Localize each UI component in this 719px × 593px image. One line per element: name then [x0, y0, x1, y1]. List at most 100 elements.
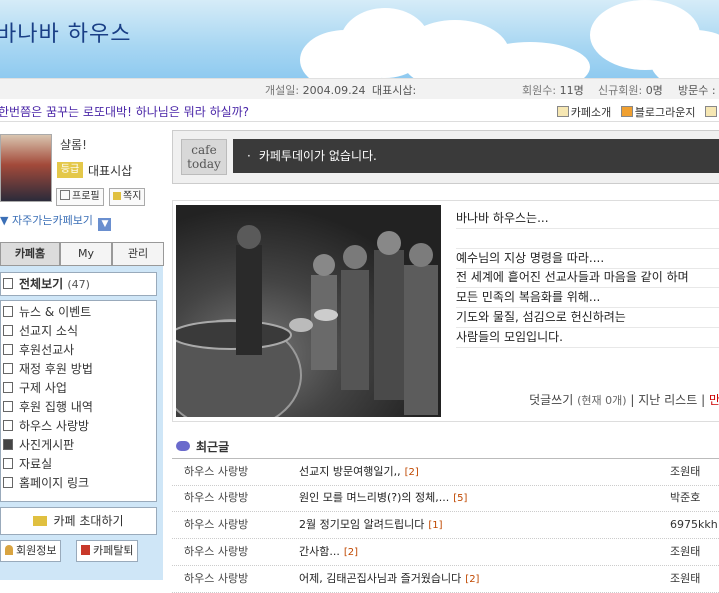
post-board[interactable]: 하우스 사랑방 — [184, 485, 248, 511]
window-icon — [705, 106, 717, 117]
blog-lounge-link[interactable]: 블로그라운지 — [620, 106, 696, 119]
intro-photo — [176, 205, 441, 417]
recent-posts-heading: 최근글 — [176, 438, 229, 455]
post-title-text: 원인 모를 며느리병(?)의 정체,... — [299, 491, 450, 504]
cafe-intro-label: 카페소개 — [570, 106, 612, 119]
exit-icon — [81, 545, 90, 555]
board-icon — [3, 363, 13, 374]
menu-item-label: 후원 집행 내역 — [19, 400, 93, 414]
post-board[interactable]: 하우스 사랑방 — [184, 512, 248, 538]
favorite-cafes-label: 자주가는카페보기 — [11, 214, 93, 227]
menu-item-news[interactable]: 뉴스 & 이벤트 — [1, 303, 91, 322]
blog-lounge-label: 블로그라운지 — [634, 106, 696, 119]
sidebar-tabs: 카페홈 My 관리 — [0, 242, 164, 266]
member-info-button[interactable]: 회원정보 — [0, 540, 62, 562]
leave-cafe-button[interactable]: 카페탈퇴 — [76, 540, 139, 562]
invite-button[interactable]: 카페 초대하기 — [0, 507, 157, 535]
comment-link[interactable]: 덧글쓰기 — [529, 393, 573, 407]
post-board[interactable]: 하우스 사랑방 — [184, 566, 248, 592]
cafe-intro-link[interactable]: 카페소개 — [556, 106, 612, 119]
cafe-today-logo: cafe today — [181, 139, 227, 175]
table-row[interactable]: 하우스 사랑방 2월 정기모임 알려드립니다 [1] 6975kkh — [172, 512, 719, 539]
board-icon — [3, 477, 13, 488]
divider: | — [630, 393, 635, 407]
post-author[interactable]: 조원태 — [670, 566, 700, 592]
tab-cafe-home[interactable]: 카페홈 — [0, 242, 60, 266]
menu-item-spending[interactable]: 후원 집행 내역 — [1, 398, 93, 417]
triangle-icon: ▼ — [0, 214, 9, 227]
all-posts-link[interactable]: 전체보기 (47) — [0, 272, 157, 296]
tab-admin[interactable]: 관리 — [112, 242, 164, 266]
post-comment-count: [1] — [428, 520, 443, 531]
post-comment-count: [2] — [404, 467, 419, 478]
intro-line — [456, 229, 719, 249]
new-members-count: 0명 — [645, 84, 663, 97]
menu-item-relief[interactable]: 구제 사업 — [1, 379, 67, 398]
message-button-label: 쪽지 — [123, 191, 142, 202]
table-row[interactable]: 하우스 사랑방 간사함... [2] 조원태 — [172, 539, 719, 566]
menu-item-supported-missionaries[interactable]: 후원선교사 — [1, 341, 74, 360]
profile-button-label: 프로필 — [72, 191, 100, 202]
menu-item-links[interactable]: 홈페이지 링크 — [1, 474, 89, 493]
post-title[interactable]: 원인 모를 며느리병(?)의 정체,... [5] — [299, 485, 467, 512]
post-author[interactable]: 박준호 — [670, 485, 700, 511]
post-title-text: 2월 정기모임 알려드립니다 — [299, 518, 425, 531]
board-icon — [3, 344, 13, 355]
slogan-link[interactable]: 한번쯤은 꿈꾸는 로또대박! 하나님은 뭐라 하실까? — [0, 103, 249, 120]
past-list-link[interactable]: 지난 리스트 — [638, 393, 697, 407]
menu-item-donation-method[interactable]: 재정 후원 방법 — [1, 360, 93, 379]
post-author[interactable]: 조원태 — [670, 539, 700, 565]
table-row[interactable]: 하우스 사랑방 선교지 방문여행일기,, [2] 조원태 — [172, 458, 719, 486]
post-title[interactable]: 2월 정기모임 알려드립니다 [1] — [299, 512, 442, 539]
cafe-title[interactable]: 바나바 하우스 — [0, 16, 131, 48]
menu-item-label: 뉴스 & 이벤트 — [19, 305, 92, 319]
post-author[interactable]: 조원태 — [670, 459, 700, 485]
bullet-icon: · — [247, 149, 251, 163]
intro-line: 전 세계에 흩어진 선교사들과 마음을 같이 하며 — [456, 268, 719, 288]
board-icon — [3, 458, 13, 469]
profile-button[interactable]: 프로필 — [56, 188, 104, 206]
post-comment-count: [5] — [453, 493, 468, 504]
post-author[interactable]: 6975kkh — [670, 512, 718, 538]
founded-date: 2004.09.24 — [302, 84, 366, 97]
menu-item-label: 선교지 소식 — [19, 324, 79, 338]
post-title[interactable]: 간사함... [2] — [299, 539, 358, 566]
slogan-bar: 한번쯤은 꿈꾸는 로또대박! 하나님은 뭐라 하실까? 카페소개 블로그라운지 — [0, 99, 719, 122]
post-comment-count: [2] — [343, 547, 359, 558]
table-row[interactable]: 하우스 사랑방 원인 모를 며느리병(?)의 정체,... [5] 박준호 — [172, 485, 719, 512]
post-title-text: 선교지 방문여행일기,, — [299, 465, 401, 478]
new-members-info: 신규회원: 0명 — [598, 82, 663, 98]
menu-item-files[interactable]: 자료실 — [1, 455, 52, 474]
profile-photo[interactable] — [0, 134, 52, 202]
leave-cafe-label: 카페탈퇴 — [93, 544, 134, 557]
post-title-text: 어제, 김태곤집사님과 즐거웠습니다 — [299, 572, 462, 585]
tab-my[interactable]: My — [60, 242, 112, 266]
more-link[interactable]: 만 — [709, 393, 719, 407]
board-menu-list: 뉴스 & 이벤트 선교지 소식 후원선교사 재정 후원 방법 구제 사업 후원 … — [0, 300, 157, 502]
invite-label: 카페 초대하기 — [53, 514, 124, 528]
chevron-down-icon[interactable]: ▼ — [98, 218, 112, 231]
cafe-today-logo-line1: cafe — [191, 143, 217, 157]
post-title[interactable]: 선교지 방문여행일기,, [2] — [299, 459, 419, 486]
members-count: 11명 — [559, 84, 584, 97]
board-icon — [3, 382, 13, 393]
cafe-today-logo-line2: today — [187, 157, 221, 171]
intro-line: 기도와 물질, 섬김으로 헌신하려는 — [456, 308, 719, 328]
menu-item-lounge[interactable]: 하우스 사랑방 — [1, 417, 89, 436]
menu-item-label: 하우스 사랑방 — [19, 419, 90, 433]
cup-icon — [620, 106, 633, 117]
cafe-banner: 바나바 하우스 — [0, 0, 719, 78]
post-board[interactable]: 하우스 사랑방 — [184, 459, 248, 485]
menu-item-label: 홈페이지 링크 — [19, 476, 90, 490]
post-board[interactable]: 하우스 사랑방 — [184, 539, 248, 565]
document-icon — [556, 106, 569, 117]
menu-item-photos[interactable]: 사진게시판 — [1, 436, 74, 455]
more-link-icon[interactable] — [705, 106, 719, 119]
visitors-label: 방문수 : — [678, 84, 716, 97]
board-icon — [3, 401, 13, 412]
menu-item-mission-news[interactable]: 선교지 소식 — [1, 322, 78, 341]
person-icon — [5, 545, 13, 555]
nickname: 대표시삽 — [88, 164, 133, 178]
message-button[interactable]: 쪽지 — [109, 188, 146, 206]
favorite-cafes-dropdown[interactable]: ▼ 자주가는카페보기 ▼ — [0, 212, 120, 231]
